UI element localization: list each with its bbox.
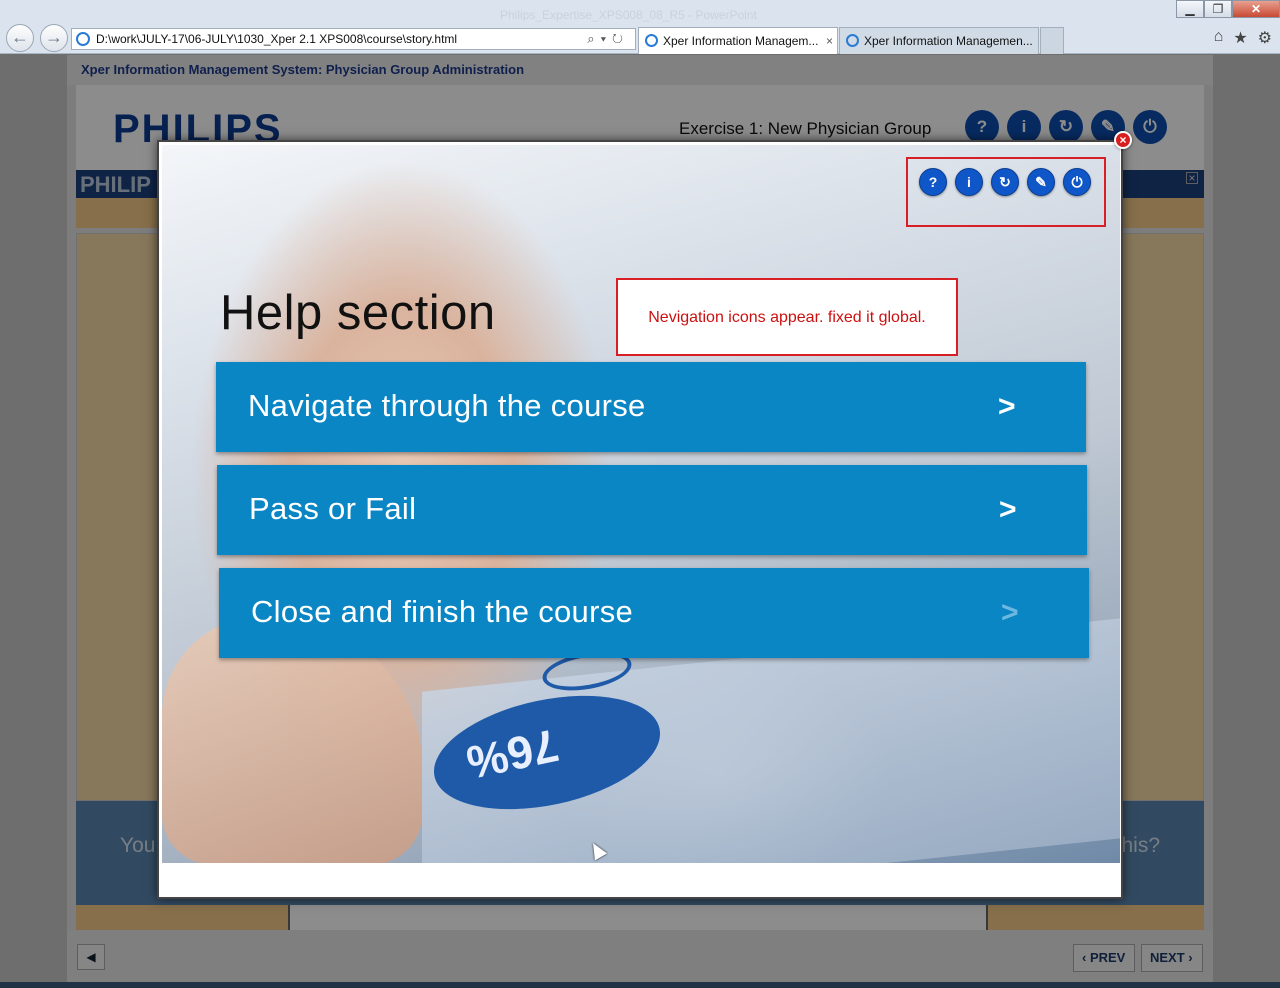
browser-chrome: Philips_Expertise_XPS008_08_R5 - PowerPo… <box>0 0 1280 54</box>
menu-label: Close and finish the course <box>251 594 634 629</box>
tab-label: Xper Information Managem... <box>663 34 819 48</box>
annotation-note: Nevigation icons appear. fixed it global… <box>616 278 958 356</box>
minimize-button[interactable]: ▁ <box>1176 0 1204 18</box>
pass-or-fail-button[interactable]: Pass or Fail > <box>217 465 1087 555</box>
bottom-strip <box>76 905 1204 930</box>
power-icon[interactable]: ⏻ <box>1133 110 1167 144</box>
exercise-title: Exercise 1: New Physician Group <box>679 119 932 138</box>
info-icon[interactable]: i <box>955 168 983 196</box>
close-window-button[interactable]: ✕ <box>1232 0 1280 18</box>
tab-label: Xper Information Managemen... <box>864 34 1033 48</box>
new-tab-button[interactable] <box>1040 27 1064 54</box>
home-icon[interactable]: ⌂ <box>1214 28 1224 48</box>
address-text: D:\work\JULY-17\06-JULY\1030_Xper 2.1 XP… <box>96 32 458 46</box>
question-text-left: You <box>120 834 156 857</box>
window-controls: ▁ ❐ ✕ <box>1176 0 1280 18</box>
help-icon[interactable]: ? <box>919 168 947 196</box>
ie-tab-icon <box>846 34 859 47</box>
chevron-right-icon: > <box>999 493 1017 526</box>
ie-tab-icon <box>645 34 658 47</box>
menu-label: Pass or Fail <box>249 491 417 526</box>
forward-button[interactable]: → <box>40 24 68 52</box>
question-text-right: his? <box>1121 834 1160 857</box>
chevron-right-icon: > <box>1001 596 1019 629</box>
navigate-course-button[interactable]: Navigate through the course > <box>216 362 1086 452</box>
address-tools-icon[interactable]: ⌕▾↻ <box>587 29 629 49</box>
settings-gear-icon[interactable]: ⚙ <box>1258 28 1272 48</box>
taskbar <box>0 982 1280 988</box>
favorites-star-icon[interactable]: ★ <box>1233 28 1247 48</box>
restart-icon[interactable]: ↻ <box>991 168 1019 196</box>
restore-button[interactable]: ❐ <box>1204 0 1232 18</box>
player-footer: ◀ ‹ PREV NEXT › <box>67 930 1213 988</box>
browser-tab-2[interactable]: Xper Information Managemen... <box>839 27 1039 54</box>
power-icon[interactable]: ⏻ <box>1063 168 1091 196</box>
browser-tools: ⌂ ★ ⚙ <box>1214 28 1272 48</box>
page-nav-icons: ? i ↻ ✎ ⏻ <box>965 110 1167 144</box>
address-bar[interactable]: D:\work\JULY-17\06-JULY\1030_Xper 2.1 XP… <box>71 28 636 50</box>
help-section-title: Help section <box>220 286 496 340</box>
menu-label: Navigate through the course <box>248 388 646 423</box>
close-finish-course-button[interactable]: Close and finish the course > <box>219 568 1089 658</box>
strip-close-icon[interactable]: × <box>1186 172 1198 184</box>
hero-image: 76% ? i ↻ ✎ ⏻ Help section Nevigation ic… <box>162 145 1120 863</box>
modal-nav-icons: ? i ↻ ✎ ⏻ <box>919 168 1091 196</box>
ie-page-icon <box>76 32 90 46</box>
next-button[interactable]: NEXT › <box>1141 944 1203 972</box>
help-modal: 76% ? i ↻ ✎ ⏻ Help section Nevigation ic… <box>157 140 1123 899</box>
annotation-note-text: Nevigation icons appear. fixed it global… <box>648 309 926 326</box>
inner-philips-logo: PHILIP <box>80 172 151 197</box>
volume-button[interactable]: ◀ <box>77 944 105 970</box>
compass-icon[interactable]: ✎ <box>1027 168 1055 196</box>
prev-button[interactable]: ‹ PREV <box>1073 944 1135 972</box>
chevron-right-icon: > <box>998 390 1016 423</box>
back-button[interactable]: ← <box>6 24 34 52</box>
window-title: Philips_Expertise_XPS008_08_R5 - PowerPo… <box>500 8 757 22</box>
modal-close-button[interactable]: × <box>1114 131 1132 149</box>
tab-close-icon[interactable]: × <box>826 28 833 54</box>
help-icon[interactable]: ? <box>965 110 999 144</box>
page-title: Xper Information Management System: Phys… <box>81 62 525 77</box>
page-header: Xper Information Management System: Phys… <box>67 55 1213 85</box>
info-icon[interactable]: i <box>1007 110 1041 144</box>
percent-badge-text: 76% <box>462 719 564 790</box>
restart-icon[interactable]: ↻ <box>1049 110 1083 144</box>
browser-tab-1[interactable]: Xper Information Managem... × <box>638 27 838 54</box>
